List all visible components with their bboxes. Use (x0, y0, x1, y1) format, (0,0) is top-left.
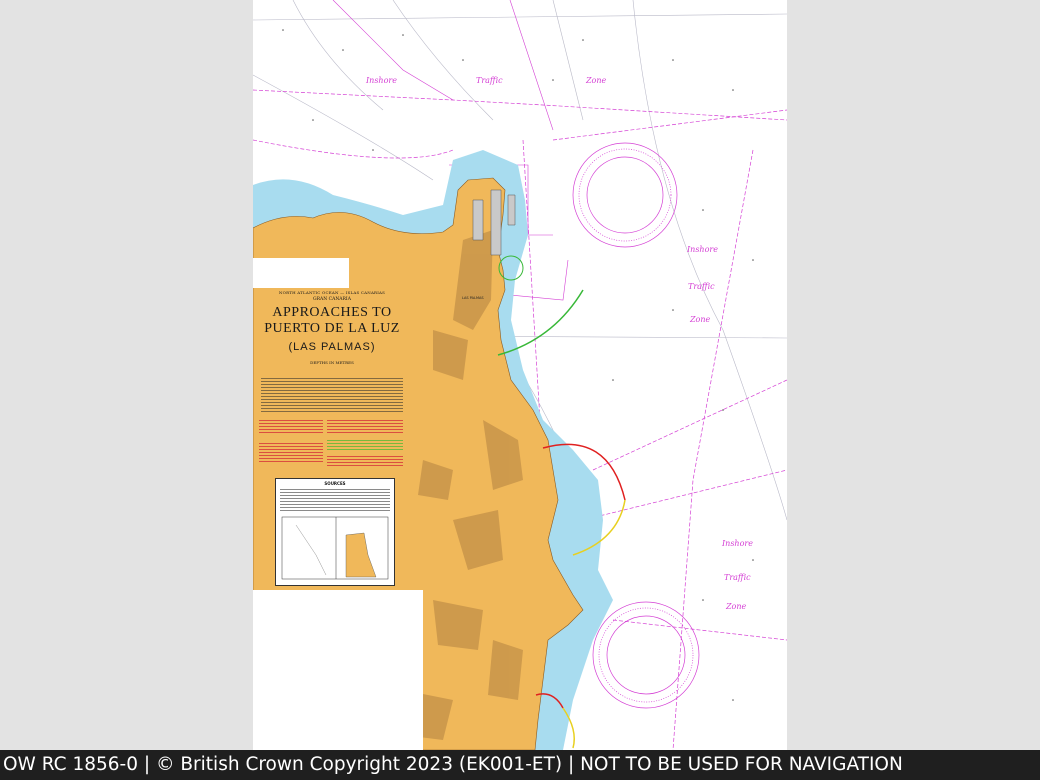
zone-label-zone: Zone (690, 315, 711, 324)
island-name: GRAN CANARIA (313, 297, 351, 302)
zone-label-inshore: Inshore (687, 245, 718, 254)
chart-title-line2: PUERTO DE LA LUZ (264, 321, 400, 336)
lights-note (327, 440, 403, 452)
chart-viewer: Inshore Traffic Zone Inshore Traffic Zon… (0, 0, 1040, 750)
sources-title: SOURCES (324, 481, 346, 486)
blank-area-bottom (253, 590, 423, 750)
zone-label-traffic: Traffic (476, 76, 503, 85)
zone-label-zone: Zone (586, 76, 607, 85)
chart-notes-text (261, 378, 403, 412)
chart-title-panel: NORTH ATLANTIC OCEAN — ISLAS CANARIAS GR… (253, 288, 411, 588)
chart-subtitle: (LAS PALMAS) (288, 341, 376, 353)
port-label: LAS PALMAS (462, 296, 484, 300)
caution-note (259, 420, 323, 434)
routeing-note (259, 443, 323, 463)
zone-label-inshore: Inshore (722, 539, 753, 548)
depths-unit-note: DEPTHS IN METRES (310, 360, 354, 365)
anchorage-note (327, 456, 403, 466)
copyright-footer: OW RC 1856-0 | © British Crown Copyright… (0, 750, 1040, 780)
compass-rose-north (572, 142, 678, 248)
nautical-chart[interactable]: Inshore Traffic Zone Inshore Traffic Zon… (253, 0, 787, 750)
zone-label-zone: Zone (726, 602, 747, 611)
region-line: NORTH ATLANTIC OCEAN — ISLAS CANARIAS (278, 290, 386, 295)
compass-rose-south (592, 601, 700, 709)
zone-label-traffic: Traffic (688, 282, 715, 291)
blank-area-top (253, 258, 349, 288)
submarine-cables-note (327, 420, 403, 434)
chart-title-line1: APPROACHES TO (272, 305, 392, 320)
zone-label-inshore: Inshore (366, 76, 397, 85)
sources-list (280, 489, 390, 513)
sources-diagram: SOURCES (275, 478, 395, 586)
sources-map (281, 516, 389, 580)
zone-label-traffic: Traffic (724, 573, 751, 582)
